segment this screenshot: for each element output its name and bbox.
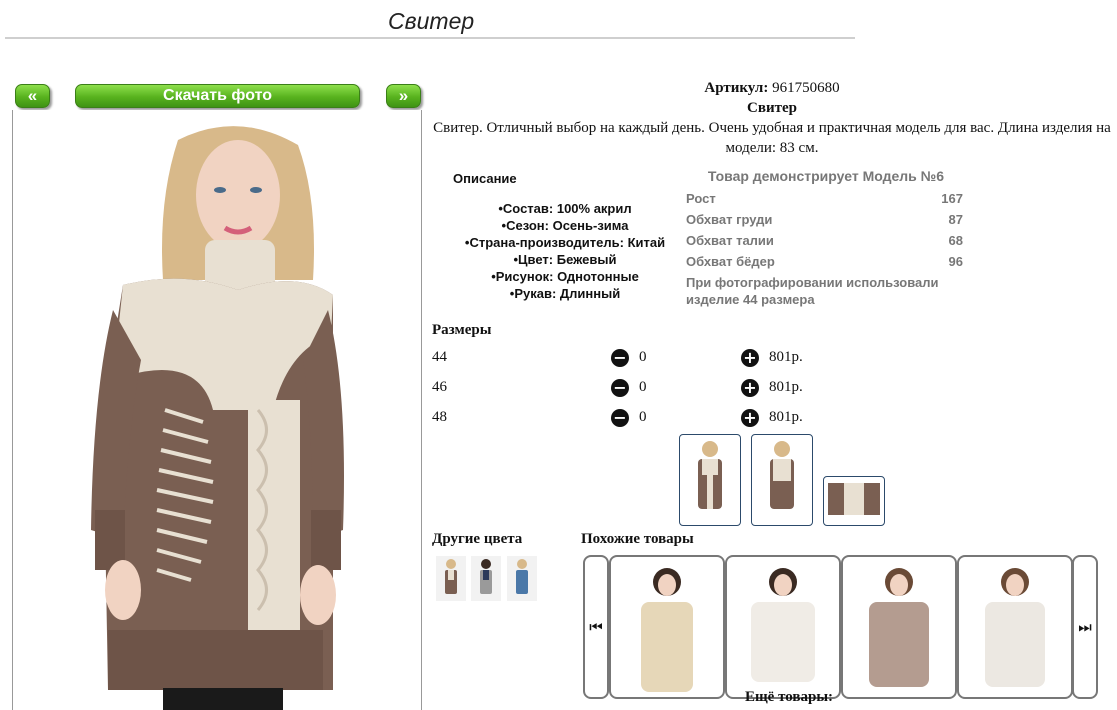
description-item: Рукав: Длинный — [440, 285, 690, 302]
product-name-text: Свитер — [747, 100, 797, 116]
page-title: Свитер — [388, 8, 475, 34]
size-row: 44 − 0 + 801р. — [432, 349, 832, 369]
model-row-value: 87 — [948, 212, 963, 227]
similar-product-image — [641, 568, 693, 692]
size-row: 46 − 0 + 801р. — [432, 379, 832, 399]
skip-forward-icon[interactable]: ⏭ — [1072, 555, 1098, 699]
sweater-model-illustration — [91, 126, 344, 710]
description-item: Цвет: Бежевый — [440, 251, 690, 268]
photo-thumbnail[interactable] — [823, 476, 885, 526]
thumbnail-image — [698, 441, 722, 509]
download-photo-button[interactable]: Скачать фото — [75, 84, 360, 108]
size-label: 46 — [432, 379, 447, 395]
description-item: Сезон: Осень-зима — [440, 217, 690, 234]
color-variant-thumbnail[interactable] — [507, 556, 537, 601]
article-line: Артикул: 961750680 — [432, 78, 1112, 98]
size-row: 48 − 0 + 801р. — [432, 409, 832, 429]
plus-circle-icon[interactable]: + — [741, 409, 759, 427]
model-row-value: 96 — [948, 254, 963, 269]
prev-photo-button[interactable]: « — [15, 84, 50, 108]
sizes-header: Размеры — [432, 322, 492, 338]
description-header: Описание — [453, 171, 517, 186]
description-list: Состав: 100% акрил Сезон: Осень-зима Стр… — [440, 200, 690, 302]
more-products-label: Ещё товары: — [745, 689, 834, 705]
model-header: Товар демонстрирует Модель №6 — [707, 168, 945, 184]
color-variant-image — [516, 559, 528, 594]
similar-product-image — [751, 568, 815, 682]
thumbnail-image — [828, 483, 880, 515]
plus-circle-icon[interactable]: + — [741, 349, 759, 367]
model-measurements: Товар демонстрирует Модель №6 Рост 167 О… — [686, 168, 966, 308]
thumbnail-image — [770, 441, 794, 509]
title-divider — [5, 37, 855, 39]
description-item: Страна-производитель: Китай — [440, 234, 690, 251]
quantity-value: 0 — [639, 349, 647, 365]
color-variant-image — [480, 559, 492, 594]
model-row-value: 167 — [941, 191, 963, 206]
description-item: Состав: 100% акрил — [440, 200, 690, 217]
product-info: Артикул: 961750680 Свитер Свитер. Отличн… — [432, 78, 1112, 158]
size-label: 44 — [432, 349, 447, 365]
photo-thumbnail[interactable] — [751, 434, 813, 526]
similar-products-header: Похожие товары — [581, 531, 694, 547]
next-photo-button[interactable]: » — [386, 84, 421, 108]
model-row-label: Обхват груди — [686, 212, 773, 227]
similar-product-card[interactable] — [609, 555, 725, 699]
size-price: 801р. — [769, 409, 803, 425]
article-value: 961750680 — [772, 80, 840, 96]
description-item: Рисунок: Однотонные — [440, 268, 690, 285]
color-variant-thumbnail[interactable] — [471, 556, 501, 601]
model-row: Обхват бёдер 96 — [686, 251, 966, 272]
similar-product-image — [869, 568, 929, 687]
description-block: Описание Состав: 100% акрил Сезон: Осень… — [440, 171, 690, 302]
similar-product-card[interactable] — [957, 555, 1073, 699]
product-summary: Свитер. Отличный выбор на каждый день. О… — [433, 120, 1111, 156]
color-variant-thumbnail[interactable] — [436, 556, 466, 601]
similar-product-card[interactable] — [841, 555, 957, 699]
product-name: Свитер — [432, 98, 1112, 118]
model-note: При фотографировании использовали издели… — [686, 275, 939, 307]
minus-circle-icon[interactable]: − — [611, 409, 629, 427]
size-label: 48 — [432, 409, 447, 425]
model-row-label: Обхват талии — [686, 233, 774, 248]
model-row: Рост 167 — [686, 188, 966, 209]
similar-product-card[interactable] — [725, 555, 841, 699]
model-row-label: Рост — [686, 191, 716, 206]
article-label: Артикул: — [704, 80, 769, 96]
quantity-value: 0 — [639, 379, 647, 395]
photo-thumbnail[interactable] — [679, 434, 741, 526]
size-price: 801р. — [769, 349, 803, 365]
plus-circle-icon[interactable]: + — [741, 379, 759, 397]
skip-back-icon[interactable]: ⏮ — [583, 555, 609, 699]
model-row-label: Обхват бёдер — [686, 254, 775, 269]
quantity-value: 0 — [639, 409, 647, 425]
color-variant-image — [445, 559, 457, 594]
minus-circle-icon[interactable]: − — [611, 379, 629, 397]
model-row-value: 68 — [948, 233, 963, 248]
similar-product-image — [985, 568, 1045, 687]
model-row: Обхват талии 68 — [686, 230, 966, 251]
main-product-photo[interactable] — [12, 110, 422, 710]
other-colors-header: Другие цвета — [432, 531, 523, 547]
model-row: Обхват груди 87 — [686, 209, 966, 230]
minus-circle-icon[interactable]: − — [611, 349, 629, 367]
size-price: 801р. — [769, 379, 803, 395]
